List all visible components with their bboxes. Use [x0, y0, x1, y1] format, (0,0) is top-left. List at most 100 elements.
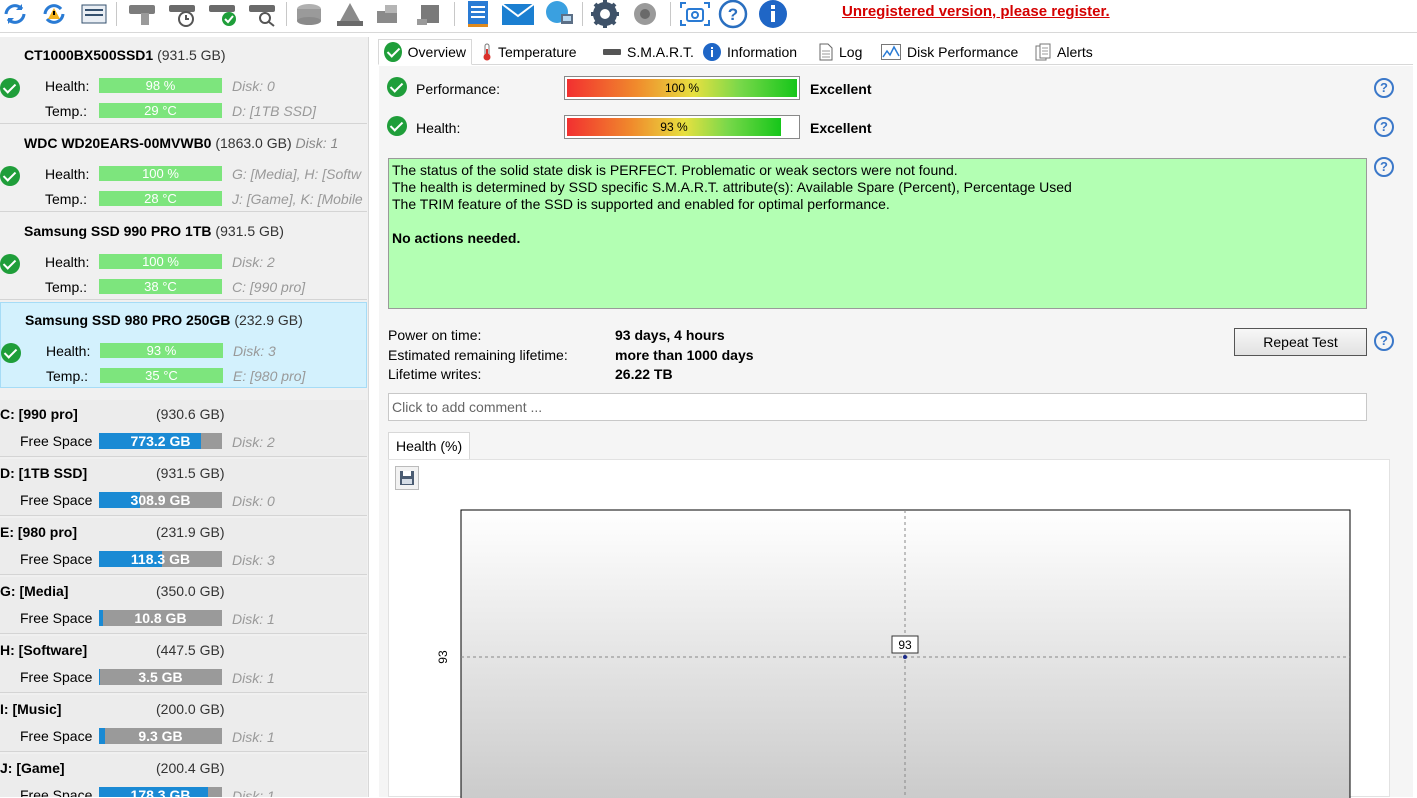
health-chart-panel: 93 93 [388, 459, 1390, 798]
disk-capacity: (931.5 GB) [157, 47, 226, 63]
sound-icon[interactable] [628, 0, 662, 28]
warning-disk-icon[interactable] [334, 0, 366, 28]
disk-info-icon[interactable] [80, 0, 108, 28]
refresh-icon[interactable] [0, 0, 30, 28]
volume-disk: Disk: 1 [232, 729, 275, 745]
health-label: Health: [416, 120, 461, 136]
info-icon[interactable] [756, 0, 790, 28]
tab-log[interactable]: Log [814, 39, 867, 65]
disk-health-bar: 98 % [99, 78, 222, 93]
tab-overview[interactable]: Overview [378, 39, 472, 65]
usb-drive-icon[interactable] [372, 0, 404, 28]
report-icon[interactable] [462, 0, 494, 28]
settings-gear-icon[interactable] [588, 0, 622, 28]
temp-label: Temp.: [45, 103, 88, 119]
disk-search-icon[interactable] [246, 0, 278, 28]
health-help-icon[interactable]: ? [1374, 117, 1394, 137]
volume-capacity: (931.5 GB) [156, 465, 225, 481]
disk-health-bar: 100 % [99, 254, 222, 269]
tab-label: S.M.A.R.T. [627, 44, 694, 60]
overview-panel: Performance: 100 % Excellent ? Health: 9… [379, 66, 1413, 798]
volume-item[interactable]: I: [Music] (200.0 GB) Free Space 9.3 GB … [0, 695, 367, 752]
health-label: Health: [45, 78, 90, 94]
free-space-value: 10.8 GB [134, 610, 187, 626]
disk-side-info: Disk: 0 [232, 78, 275, 94]
hdd-icon[interactable] [292, 0, 326, 28]
free-space-label: Free Space [20, 492, 93, 508]
tab-label: Information [727, 44, 798, 60]
pane-splitter[interactable] [368, 37, 378, 797]
disk-item[interactable]: Samsung SSD 980 PRO 250GB (232.9 GB) Hea… [0, 302, 367, 388]
disk-ok-icon[interactable] [206, 0, 238, 28]
tab-smart[interactable]: S.M.A.R.T. [598, 39, 699, 65]
scheduler-icon[interactable] [166, 0, 198, 28]
performance-help-icon[interactable]: ? [1374, 78, 1394, 98]
volume-item[interactable]: C: [990 pro] (930.6 GB) Free Space 773.2… [0, 400, 367, 457]
volume-item[interactable]: E: [980 pro] (231.9 GB) Free Space 118.3… [0, 518, 367, 575]
free-space-label: Free Space [20, 728, 93, 744]
volume-item[interactable]: G: [Media] (350.0 GB) Free Space 10.8 GB… [0, 577, 367, 634]
health-rating: Excellent [810, 120, 872, 136]
volume-capacity: (231.9 GB) [156, 524, 225, 540]
free-space-value: 3.5 GB [138, 669, 183, 685]
performance-label: Performance: [416, 81, 501, 97]
disk-model: Samsung SSD 990 PRO 1TB [24, 223, 212, 239]
free-space-bar: 773.2 GB [99, 433, 222, 449]
disk-side-info: D: [1TB SSD] [232, 103, 317, 119]
performance-ok-icon [387, 77, 407, 97]
alerts-icon [1035, 43, 1051, 61]
tab-label: Alerts [1057, 44, 1093, 60]
volume-capacity: (447.5 GB) [156, 642, 225, 658]
volume-name: I: [Music] [0, 701, 62, 717]
volume-disk: Disk: 0 [232, 493, 275, 509]
disk-temp-bar: 29 °C [99, 103, 222, 118]
disk-capacity: (931.5 GB) [215, 223, 284, 239]
disk-list-pane: CT1000BX500SSD1 (931.5 GB) Health: 98 % … [0, 37, 370, 797]
tab-temperature[interactable]: Temperature [477, 39, 582, 65]
comment-input[interactable] [388, 393, 1367, 421]
performance-rating: Excellent [810, 81, 872, 97]
disk-temp-bar: 35 °C [100, 368, 223, 383]
tab-label: Disk Performance [907, 44, 1019, 60]
free-space-value: 178.3 GB [130, 787, 191, 797]
tab-health-chart[interactable]: Health (%) [388, 432, 471, 460]
repeat-test-button[interactable]: Repeat Test [1234, 328, 1367, 356]
document-icon [819, 43, 833, 61]
disk-item[interactable]: CT1000BX500SSD1 (931.5 GB) Health: 98 % … [0, 38, 367, 124]
network-globe-icon[interactable] [540, 0, 576, 28]
health-chart: 93 93 [436, 509, 1351, 798]
alert-refresh-icon[interactable] [38, 0, 70, 28]
tab-information[interactable]: Information [698, 39, 802, 65]
save-chart-button[interactable] [395, 466, 419, 490]
free-space-bar: 10.8 GB [99, 610, 222, 626]
register-link[interactable]: Unregistered version, please register. [842, 3, 1110, 20]
volume-capacity: (930.6 GB) [156, 406, 225, 422]
tab-disk-performance[interactable]: Disk Performance [876, 39, 1023, 65]
volume-name: H: [Software] [0, 642, 88, 658]
volume-item[interactable]: D: [1TB SSD] (931.5 GB) Free Space 308.9… [0, 459, 367, 516]
volume-item[interactable]: J: [Game] (200.4 GB) Free Space 178.3 GB… [0, 754, 367, 797]
free-space-value: 308.9 GB [130, 492, 191, 508]
performance-bar-fill: 100 % [567, 79, 797, 97]
tool-disk-icon[interactable] [126, 0, 158, 28]
health-label: Health: [45, 254, 90, 270]
toolbar: ? Unregistered version, please register. [0, 0, 1417, 33]
screenshot-camera-icon[interactable] [678, 0, 712, 28]
disk-health-bar: 100 % [99, 166, 222, 181]
volume-name: G: [Media] [0, 583, 69, 599]
volume-item[interactable]: H: [Software] (447.5 GB) Free Space 3.5 … [0, 636, 367, 693]
tab-alerts[interactable]: Alerts [1030, 39, 1098, 65]
disk-item[interactable]: Samsung SSD 990 PRO 1TB (931.5 GB) Healt… [0, 214, 367, 300]
free-space-value: 118.3 GB [130, 551, 191, 567]
volume-disk: Disk: 1 [232, 611, 275, 627]
tab-label: Overview [407, 44, 466, 60]
external-drive-icon[interactable] [414, 0, 446, 28]
repeat-help-icon[interactable]: ? [1374, 331, 1394, 351]
volume-disk: Disk: 1 [232, 788, 275, 797]
email-icon[interactable] [500, 0, 536, 28]
disk-name: CT1000BX500SSD1 (931.5 GB) [24, 47, 226, 63]
status-help-icon[interactable]: ? [1374, 157, 1394, 177]
disk-item[interactable]: WDC WD20EARS-00MVWB0 (1863.0 GB) Disk: 1… [0, 126, 367, 212]
help-icon[interactable]: ? [716, 0, 750, 29]
disk-capacity: (232.9 GB) [234, 312, 303, 328]
